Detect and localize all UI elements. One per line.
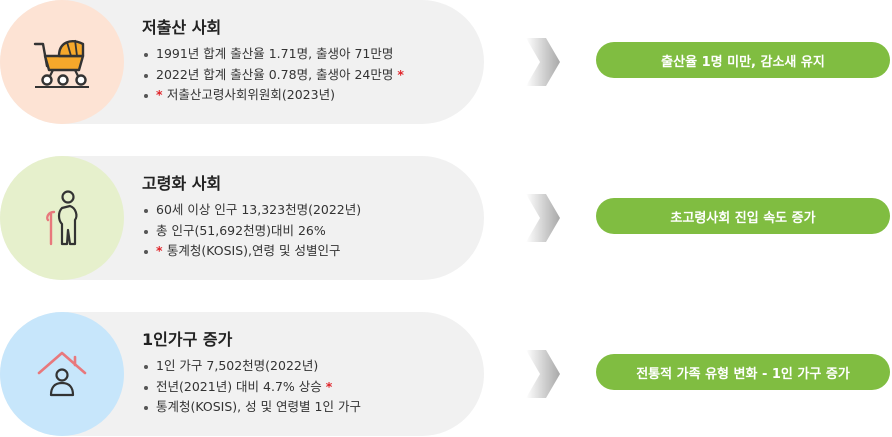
- baby-stroller-icon: [33, 39, 89, 88]
- aging-society-icon-circle: [0, 156, 124, 280]
- single-household-icon-circle: [0, 312, 124, 436]
- aging-society-result-badge: 초고령사회 진입 속도 증가: [596, 198, 890, 234]
- chevron-right-icon: [526, 350, 560, 398]
- bullet-item: 1991년 합계 출산율 1.71명, 출생아 71만명: [142, 44, 404, 65]
- bullet-item: 전년(2021년) 대비 4.7% 상승 *: [142, 377, 361, 398]
- footnote-star: *: [156, 243, 167, 258]
- aging-society-row: 고령화 사회 60세 이상 인구 13,323천명(2022년) 총 인구(51…: [0, 156, 892, 280]
- low-birthrate-title: 저출산 사회: [142, 18, 222, 37]
- chevron-right-icon: [526, 194, 560, 242]
- low-birthrate-icon-circle: [0, 0, 124, 124]
- low-birthrate-row: 저출산 사회 1991년 합계 출산율 1.71명, 출생아 71만명 2022…: [0, 0, 892, 124]
- low-birthrate-card: 저출산 사회 1991년 합계 출산율 1.71명, 출생아 71만명 2022…: [0, 0, 484, 124]
- aging-society-bullets: 60세 이상 인구 13,323천명(2022년) 총 인구(51,692천명)…: [142, 200, 361, 262]
- low-birthrate-result-badge: 출산율 1명 미만, 감소새 유지: [596, 42, 890, 78]
- bullet-item: 2022년 합계 출산율 0.78명, 출생아 24만명 *: [142, 65, 404, 86]
- footnote-star: *: [397, 66, 404, 82]
- single-household-title: 1인가구 증가: [142, 330, 233, 349]
- single-household-row: 1인가구 증가 1인 가구 7,502천명(2022년) 전년(2021년) 대…: [0, 312, 892, 436]
- bullet-item: 1인 가구 7,502천명(2022년): [142, 356, 361, 377]
- single-household-card: 1인가구 증가 1인 가구 7,502천명(2022년) 전년(2021년) 대…: [0, 312, 484, 436]
- aging-society-card: 고령화 사회 60세 이상 인구 13,323천명(2022년) 총 인구(51…: [0, 156, 484, 280]
- footnote-star: *: [325, 378, 333, 394]
- chevron-right-icon: [526, 38, 560, 86]
- bullet-item: 통계청(KOSIS), 성 및 연령별 1인 가구: [142, 397, 361, 418]
- single-household-bullets: 1인 가구 7,502천명(2022년) 전년(2021년) 대비 4.7% 상…: [142, 356, 361, 418]
- single-household-result-badge: 전통적 가족 유형 변화 - 1인 가구 증가: [596, 354, 890, 390]
- footnote-star: *: [156, 87, 167, 102]
- elderly-person-cane-icon: [46, 190, 78, 246]
- bullet-item: 60세 이상 인구 13,323천명(2022년): [142, 200, 361, 221]
- aging-society-title: 고령화 사회: [142, 174, 222, 193]
- bullet-item: * 저출산고령사회위원회(2023년): [142, 85, 404, 106]
- low-birthrate-bullets: 1991년 합계 출산율 1.71명, 출생아 71만명 2022년 합계 출산…: [142, 44, 404, 106]
- single-person-home-icon: [37, 351, 87, 397]
- bullet-item: * 통계청(KOSIS),연령 및 성별인구: [142, 241, 361, 262]
- bullet-item: 총 인구(51,692천명)대비 26%: [142, 221, 361, 242]
